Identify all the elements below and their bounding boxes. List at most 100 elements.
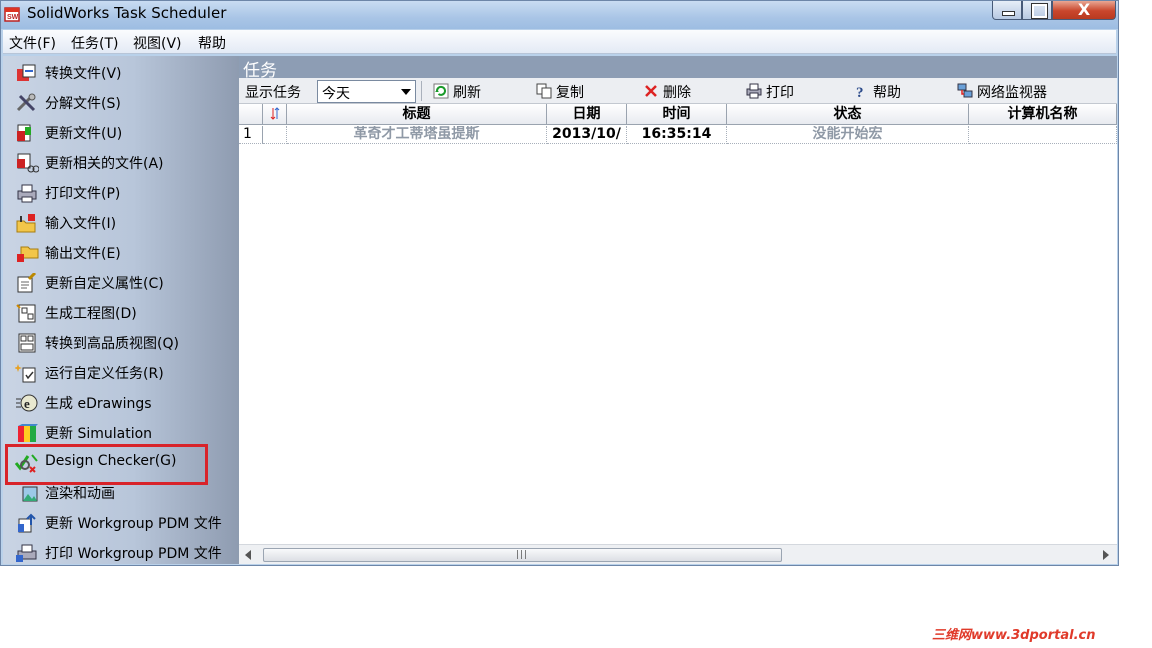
sidebar-item-convert-files[interactable]: 转换文件(V) [15, 60, 239, 86]
high-quality-view-icon [18, 333, 36, 353]
sidebar-item-import-files[interactable]: 输入文件(I) [15, 210, 239, 236]
sidebar-item-create-drawings[interactable]: 生成工程图(D) [15, 300, 239, 326]
refresh-icon [433, 83, 449, 99]
menu-file[interactable]: 文件(F) [9, 33, 56, 53]
row-index: 1 [239, 126, 263, 144]
app-window: SW SolidWorks Task Scheduler X 文件(F) 任务(… [0, 0, 1119, 566]
update-files-icon [17, 124, 31, 142]
sidebar-item-label: 输入文件(I) [45, 216, 117, 232]
sidebar-item-custom-properties[interactable]: 更新自定义属性(C) [15, 270, 239, 296]
title-bar[interactable]: SW SolidWorks Task Scheduler X [1, 0, 1118, 29]
column-header-computer[interactable]: 计算机名称 [969, 104, 1117, 125]
solidworks-app-icon: SW [4, 7, 20, 22]
sidebar-item-label: 更新文件(U) [45, 126, 123, 142]
delete-icon [645, 85, 657, 97]
column-header-index [239, 104, 263, 125]
delete-label: 删除 [663, 85, 691, 101]
sidebar-item-label: 运行自定义任务(R) [45, 366, 164, 382]
refresh-button[interactable]: 刷新 [433, 82, 481, 102]
help-icon: ? [856, 85, 864, 99]
edrawings-icon: e [16, 394, 38, 412]
sidebar-item-label: 生成 eDrawings [45, 396, 152, 412]
task-toolbar: 显示任务 今天 刷新 复制 删除 打印 ? 帮助 网络监视器 [239, 78, 1117, 104]
sidebar-item-label: 转换文件(V) [45, 66, 122, 82]
svg-text:?: ? [856, 85, 864, 99]
svg-text:e: e [24, 396, 30, 411]
tools-icon [16, 93, 36, 112]
printer-icon [17, 184, 37, 203]
maximize-button[interactable] [1022, 1, 1052, 20]
row-status[interactable]: 没能开始宏 [727, 126, 969, 144]
column-header-status[interactable]: 状态 [727, 104, 969, 125]
scroll-right-icon[interactable] [1103, 550, 1109, 560]
pdm-print-icon [16, 544, 37, 562]
sidebar-item-print-files[interactable]: 打印文件(P) [15, 180, 239, 206]
period-value: 今天 [322, 86, 350, 102]
chevron-down-icon [401, 89, 411, 95]
delete-button[interactable]: 删除 [643, 82, 691, 102]
custom-properties-icon [17, 273, 37, 293]
column-header-time[interactable]: 时间 [627, 104, 727, 125]
sidebar-item-label: 更新 Simulation [45, 426, 153, 442]
sidebar-item-update-files[interactable]: 更新文件(U) [15, 120, 239, 146]
sidebar-item-label: 输出文件(E) [45, 246, 121, 262]
export-folder-icon [17, 246, 39, 262]
print-icon [746, 83, 762, 99]
row-computer[interactable] [969, 126, 1117, 144]
column-header-flag[interactable] [263, 104, 287, 125]
update-related-icon [17, 153, 39, 173]
copy-icon [536, 83, 552, 99]
period-dropdown[interactable]: 今天 [317, 80, 416, 103]
pdm-update-icon [18, 513, 36, 533]
print-button[interactable]: 打印 [746, 82, 794, 102]
sidebar-item-pdm-print[interactable]: 打印 Workgroup PDM 文件 [15, 540, 239, 564]
row-title[interactable]: 革奇才工蒂塔虽提斯 [287, 126, 547, 144]
help-label: 帮助 [873, 85, 901, 101]
window-title: SolidWorks Task Scheduler [27, 4, 227, 22]
scroll-left-icon[interactable] [245, 550, 251, 560]
close-button[interactable]: X [1052, 0, 1116, 20]
svg-text:SW: SW [7, 14, 19, 21]
task-sidebar: 转换文件(V) 分解文件(S) 更新文件(U) 更新相关的文件(A) 打印文件(… [3, 56, 239, 564]
close-icon: X [1077, 0, 1091, 19]
sidebar-item-simulation[interactable]: 更新 Simulation [15, 420, 239, 446]
sidebar-item-update-related[interactable]: 更新相关的文件(A) [15, 150, 239, 176]
scroll-thumb[interactable]: ||| [263, 548, 782, 562]
sidebar-item-label: 打印 Workgroup PDM 文件 [45, 546, 222, 562]
menu-view[interactable]: 视图(V) [133, 33, 182, 53]
menu-task[interactable]: 任务(T) [71, 33, 118, 53]
copy-label: 复制 [556, 85, 584, 101]
horizontal-scrollbar[interactable]: ||| [239, 544, 1117, 564]
sidebar-item-edrawings[interactable]: e 生成 eDrawings [15, 390, 239, 416]
row-date[interactable]: 2013/10/ [547, 126, 627, 144]
sidebar-item-label: 分解文件(S) [45, 96, 121, 112]
sidebar-item-label: 更新相关的文件(A) [45, 156, 164, 172]
column-header-date[interactable]: 日期 [547, 104, 627, 125]
pane-header: 任务 [239, 56, 1117, 81]
help-button[interactable]: ? 帮助 [853, 82, 901, 102]
watermark: 三维网www.3dportal.cn [932, 628, 1096, 643]
row-flag [263, 126, 287, 144]
sidebar-item-high-quality[interactable]: 转换到高品质视图(Q) [15, 330, 239, 356]
sort-icon [270, 107, 279, 120]
row-time[interactable]: 16:35:14 [627, 126, 727, 144]
copy-button[interactable]: 复制 [536, 82, 584, 102]
convert-files-icon [17, 64, 36, 81]
sidebar-item-custom-task[interactable]: 运行自定义任务(R) [15, 360, 239, 386]
render-icon [22, 486, 38, 502]
sidebar-item-pdm-update[interactable]: 更新 Workgroup PDM 文件 [15, 510, 239, 536]
network-monitor-icon [957, 83, 973, 98]
simulation-icon [18, 424, 38, 442]
column-header-title[interactable]: 标题 [287, 104, 547, 125]
sidebar-item-label: 生成工程图(D) [45, 306, 137, 322]
sidebar-item-export-files[interactable]: 输出文件(E) [15, 240, 239, 266]
toolbar-separator [421, 81, 422, 101]
menu-help[interactable]: 帮助 [198, 33, 226, 53]
import-folder-icon [16, 214, 36, 233]
minimize-button[interactable] [992, 1, 1022, 20]
sidebar-item-label: 更新自定义属性(C) [45, 276, 164, 292]
sidebar-item-pack-files[interactable]: 分解文件(S) [15, 90, 239, 116]
network-monitor-label: 网络监视器 [977, 85, 1047, 101]
design-checker-highlight [5, 444, 208, 485]
network-monitor-button[interactable]: 网络监视器 [957, 82, 1047, 102]
